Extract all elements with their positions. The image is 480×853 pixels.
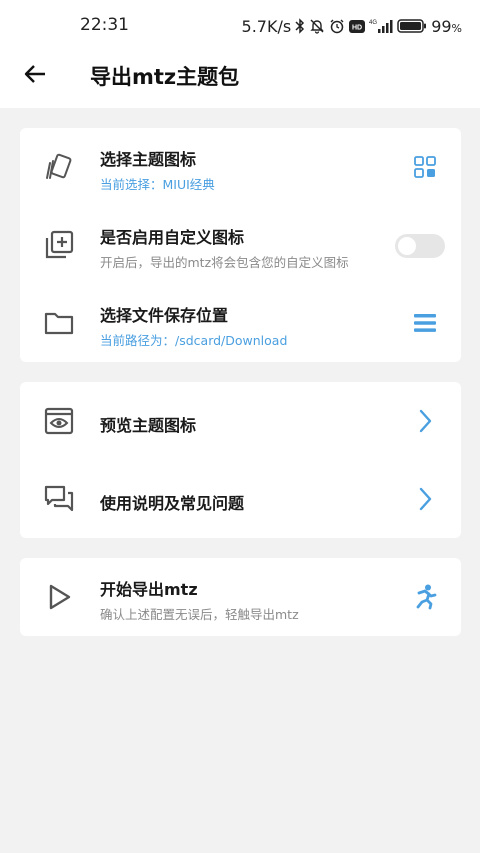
row-subtitle: 确认上述配置无误后，轻触导出mtz bbox=[100, 607, 299, 622]
alarm-icon bbox=[329, 18, 345, 34]
back-button[interactable] bbox=[18, 60, 52, 92]
battery-level: 99% bbox=[431, 16, 462, 36]
chevron-right-icon[interactable] bbox=[407, 403, 443, 439]
arrow-left-icon bbox=[23, 64, 47, 88]
status-time: 22:31 bbox=[80, 15, 129, 35]
settings-card: 选择主题图标 当前选择：MIUI经典 是否启用自定义图标 开启后，导出的mtz将… bbox=[20, 128, 461, 362]
start-export-row[interactable]: 开始导出mtz 确认上述配置无误后，轻触导出mtz bbox=[20, 558, 461, 636]
cards-icon bbox=[42, 150, 76, 184]
menu-icon[interactable] bbox=[407, 305, 443, 341]
battery-icon bbox=[397, 19, 427, 33]
page-title: 导出mtz主题包 bbox=[90, 65, 240, 89]
help-faq-row[interactable]: 使用说明及常见问题 bbox=[20, 460, 461, 538]
play-icon bbox=[42, 580, 76, 614]
select-theme-icons-row[interactable]: 选择主题图标 当前选择：MIUI经典 bbox=[20, 128, 461, 206]
preview-eye-icon bbox=[42, 404, 76, 438]
row-title: 选择主题图标 bbox=[100, 150, 197, 169]
preview-theme-icons-row[interactable]: 预览主题图标 bbox=[20, 382, 461, 460]
svg-text:HD: HD bbox=[352, 24, 362, 31]
status-bar: 22:31 5.7K/s HD 4G 99% bbox=[0, 0, 480, 52]
signal-4g-icon: 4G bbox=[369, 18, 393, 34]
navigation-card: 预览主题图标 使用说明及常见问题 bbox=[20, 382, 461, 538]
save-location-row[interactable]: 选择文件保存位置 当前路径为：/sdcard/Download bbox=[20, 284, 461, 362]
toggle-knob bbox=[398, 237, 416, 255]
row-title: 使用说明及常见问题 bbox=[100, 494, 245, 513]
row-subtitle: 当前路径为：/sdcard/Download bbox=[100, 333, 288, 348]
chat-icon bbox=[42, 482, 76, 516]
grid-icon[interactable] bbox=[407, 149, 443, 185]
custom-icons-toggle[interactable] bbox=[395, 234, 445, 258]
top-bar: 22:31 5.7K/s HD 4G 99% 导出mtz主题包 bbox=[0, 0, 480, 108]
export-card: 开始导出mtz 确认上述配置无误后，轻触导出mtz bbox=[20, 558, 461, 636]
chevron-right-icon[interactable] bbox=[407, 481, 443, 517]
net-speed: 5.7K/s bbox=[241, 16, 292, 36]
row-title: 预览主题图标 bbox=[100, 416, 197, 435]
custom-icons-row[interactable]: 是否启用自定义图标 开启后，导出的mtz将会包含您的自定义图标 bbox=[20, 206, 461, 284]
status-right: 5.7K/s HD 4G 99% bbox=[242, 14, 462, 38]
row-subtitle: 开启后，导出的mtz将会包含您的自定义图标 bbox=[100, 255, 349, 270]
runner-icon[interactable] bbox=[407, 579, 443, 615]
svg-text:4G: 4G bbox=[369, 20, 377, 26]
folder-icon bbox=[42, 306, 76, 340]
row-title: 开始导出mtz bbox=[100, 580, 198, 599]
hd-icon: HD bbox=[349, 19, 366, 33]
row-subtitle: 当前选择：MIUI经典 bbox=[100, 177, 215, 192]
bluetooth-icon bbox=[295, 18, 305, 34]
app-header: 导出mtz主题包 bbox=[0, 52, 480, 100]
add-layers-icon bbox=[42, 228, 76, 262]
row-title: 是否启用自定义图标 bbox=[100, 228, 245, 247]
mute-icon bbox=[309, 18, 325, 34]
row-title: 选择文件保存位置 bbox=[100, 306, 229, 325]
